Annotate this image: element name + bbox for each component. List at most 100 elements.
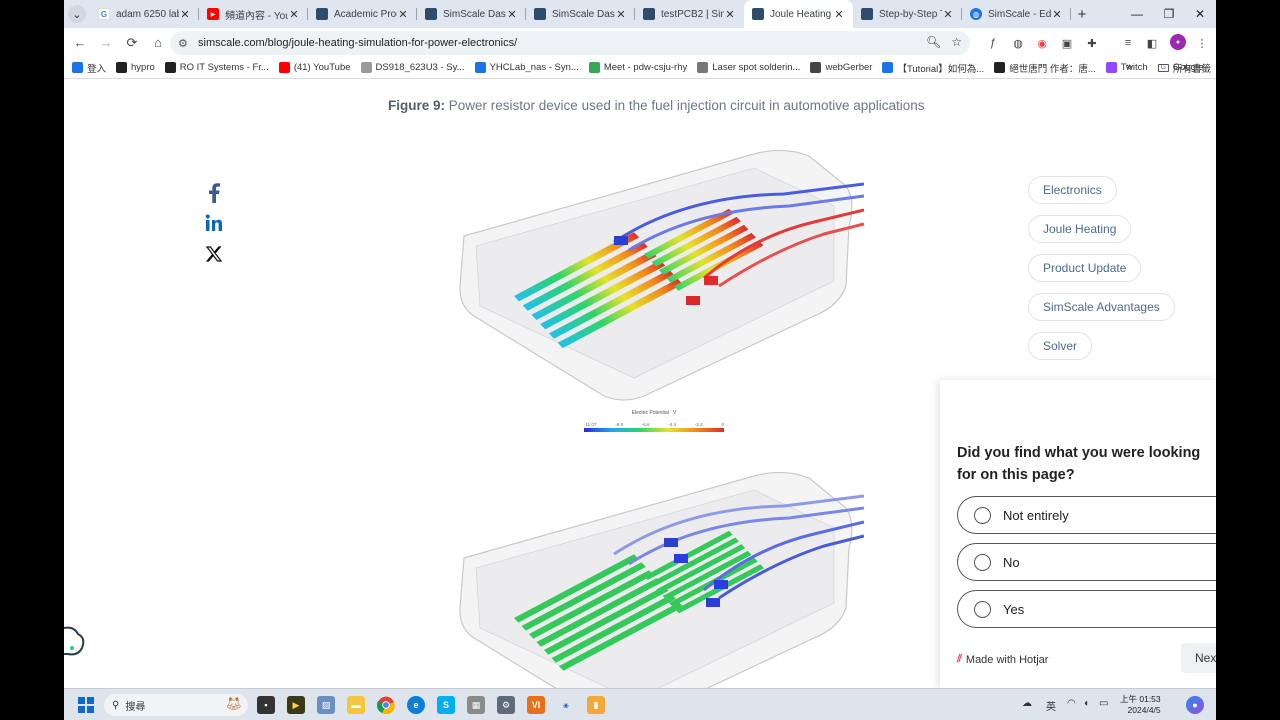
wifi-icon[interactable]: ◠: [1067, 698, 1076, 709]
minimize-button[interactable]: —: [1121, 0, 1153, 28]
close-tab-icon[interactable]: ✕: [179, 8, 191, 21]
tag-link[interactable]: Product Update: [1028, 254, 1142, 282]
onedrive-icon[interactable]: ☁: [1022, 698, 1032, 709]
bookmark-item[interactable]: webGerber: [810, 62, 872, 73]
bookmark-item[interactable]: 登入: [72, 61, 106, 75]
tab-title: Step-by-Step Tu: [879, 8, 942, 20]
linkedin-icon[interactable]: [204, 213, 224, 233]
file-explorer-icon[interactable]: ▬: [347, 696, 365, 714]
survey-next-button[interactable]: Next: [1181, 643, 1216, 673]
taskbar-clock[interactable]: 上午 01:53 2024/4/5: [1120, 694, 1161, 716]
address-bar[interactable]: ⚙ simscale.com/blog/joule-heating-simula…: [170, 31, 970, 55]
browser-tab[interactable]: SimScale Dashb✕: [417, 0, 526, 28]
bookmark-item[interactable]: 【Tutorial】如何為...: [882, 61, 984, 75]
tag-link[interactable]: Joule Heating: [1028, 215, 1132, 243]
page-icon: [697, 62, 709, 73]
browser-tab[interactable]: Gadam 6250 labv✕: [90, 0, 199, 28]
close-tab-icon[interactable]: ✕: [506, 8, 518, 21]
taskbar-search[interactable]: ⚲ 搜尋 🦊︎: [104, 694, 248, 716]
bookmark-label: RO IT Systems - Fr...: [179, 62, 269, 73]
close-tab-icon[interactable]: ✕: [942, 8, 954, 21]
star-icon[interactable]: ☆: [951, 35, 962, 49]
bookmark-label: DS918_623U3 - Sy...: [375, 62, 465, 73]
simscale-icon: [534, 8, 546, 20]
menu-kebab-icon[interactable]: ⋮: [1192, 33, 1212, 53]
close-tab-icon[interactable]: ✕: [833, 8, 845, 21]
task-view-icon[interactable]: ▪: [257, 696, 275, 714]
ime-indicator[interactable]: 英: [1046, 698, 1056, 713]
survey-option[interactable]: Not entirely: [957, 496, 1216, 534]
radio-button-icon[interactable]: [974, 600, 991, 618]
chrome-icon[interactable]: [377, 696, 395, 714]
close-tab-icon[interactable]: ✕: [724, 8, 736, 21]
back-arrow-icon[interactable]: ←: [68, 31, 92, 55]
notification-icon[interactable]: ●: [1186, 696, 1204, 714]
bookmark-item[interactable]: RO IT Systems - Fr...: [164, 62, 269, 73]
windows-start-icon[interactable]: [78, 697, 94, 713]
extension-icon[interactable]: ƒ: [983, 33, 1003, 53]
tab-search-button[interactable]: ⌄: [64, 0, 90, 28]
close-tab-icon[interactable]: ✕: [615, 8, 627, 21]
hotjar-branding[interactable]: ⫽ Made with Hotjar: [957, 653, 1048, 666]
bookmark-item[interactable]: Laser spot solderin...: [697, 62, 800, 73]
bookmark-item[interactable]: (41) YouTube: [278, 62, 351, 73]
radio-button-icon[interactable]: [974, 553, 991, 571]
browser-tab[interactable]: ◍ SimScale - Edu ✕: [962, 0, 1071, 28]
profile-avatar[interactable]: ●: [1170, 34, 1186, 50]
hotjar-label: Made with Hotjar: [965, 653, 1049, 666]
browser-tab[interactable]: Joule Heating S✕: [744, 0, 853, 28]
labview-icon[interactable]: VI: [527, 696, 545, 714]
close-tab-icon[interactable]: ✕: [1051, 8, 1063, 21]
browser-tab[interactable]: Step-by-Step Tu✕: [853, 0, 962, 28]
legend-tick: -4.4: [668, 422, 677, 427]
app-icon[interactable]: ▮: [587, 696, 605, 714]
tag-link[interactable]: Electronics: [1028, 176, 1117, 204]
app-icon[interactable]: ▦: [467, 696, 485, 714]
site-settings-icon[interactable]: ⚙: [178, 37, 192, 50]
chat-widget-icon[interactable]: [64, 624, 86, 660]
survey-option[interactable]: Yes: [957, 590, 1216, 628]
extensions-puzzle-icon[interactable]: ✚: [1082, 33, 1102, 53]
sidepanel-icon[interactable]: ◧: [1142, 33, 1162, 53]
tag-link[interactable]: SimScale Advantages: [1028, 293, 1175, 321]
tag-link[interactable]: Solver: [1028, 332, 1093, 360]
settings-gear-icon[interactable]: ⚙: [497, 696, 515, 714]
app-icon[interactable]: ▶: [287, 696, 305, 714]
bookmark-item[interactable]: YHCLab_nas - Syn...: [474, 62, 579, 73]
browser-tab[interactable]: ▶ 頻道內容 - YouT✕: [199, 0, 308, 28]
home-icon[interactable]: ⌂: [146, 31, 170, 55]
bookmark-label: 【Tutorial】如何為...: [897, 63, 985, 75]
browser-tab[interactable]: SimScale Dashb✕: [526, 0, 635, 28]
radio-button-icon[interactable]: [974, 506, 991, 524]
new-tab-button[interactable]: +: [1071, 0, 1093, 28]
browser-tab[interactable]: testPCB2 | SimS✕: [635, 0, 744, 28]
all-bookmarks-button[interactable]: 所有書籤: [1158, 61, 1211, 75]
bookmark-item[interactable]: 絕世唐門 作者：唐...: [994, 61, 1096, 75]
bookmark-item[interactable]: Meet - pdw-csju-rhy: [588, 62, 687, 73]
volume-icon[interactable]: ◖: [1083, 698, 1089, 709]
bookmarks-overflow-button[interactable]: »: [1126, 61, 1132, 73]
close-tab-icon[interactable]: ✕: [397, 8, 409, 21]
restore-button[interactable]: ❐: [1153, 0, 1185, 28]
extension-icon[interactable]: ◍: [1008, 33, 1028, 53]
bookmark-item[interactable]: hypro: [116, 62, 155, 73]
extension-icon[interactable]: ▣: [1057, 33, 1077, 53]
close-window-button[interactable]: ✕: [1184, 0, 1216, 28]
battery-icon[interactable]: ▭: [1099, 698, 1108, 709]
edge-icon[interactable]: e: [407, 696, 425, 714]
survey-option[interactable]: No: [957, 543, 1216, 581]
close-tab-icon[interactable]: ✕: [288, 8, 300, 21]
extension-icon[interactable]: ◉: [1032, 33, 1052, 53]
facebook-icon[interactable]: [204, 183, 224, 203]
forward-arrow-icon[interactable]: →: [94, 31, 118, 55]
browser-tab[interactable]: Academic Progr✕: [308, 0, 417, 28]
bookmark-icon: [72, 62, 83, 73]
photos-icon[interactable]: ▨: [317, 696, 335, 714]
network-icon[interactable]: ⚹: [557, 696, 575, 714]
reload-icon[interactable]: ⟳: [120, 31, 144, 55]
media-icon[interactable]: ≡: [1118, 33, 1138, 53]
zoom-icon[interactable]: 🔍︎: [926, 35, 941, 49]
skype-icon[interactable]: S: [437, 696, 455, 714]
x-twitter-icon[interactable]: [204, 244, 224, 264]
bookmark-item[interactable]: DS918_623U3 - Sy...: [360, 62, 465, 73]
